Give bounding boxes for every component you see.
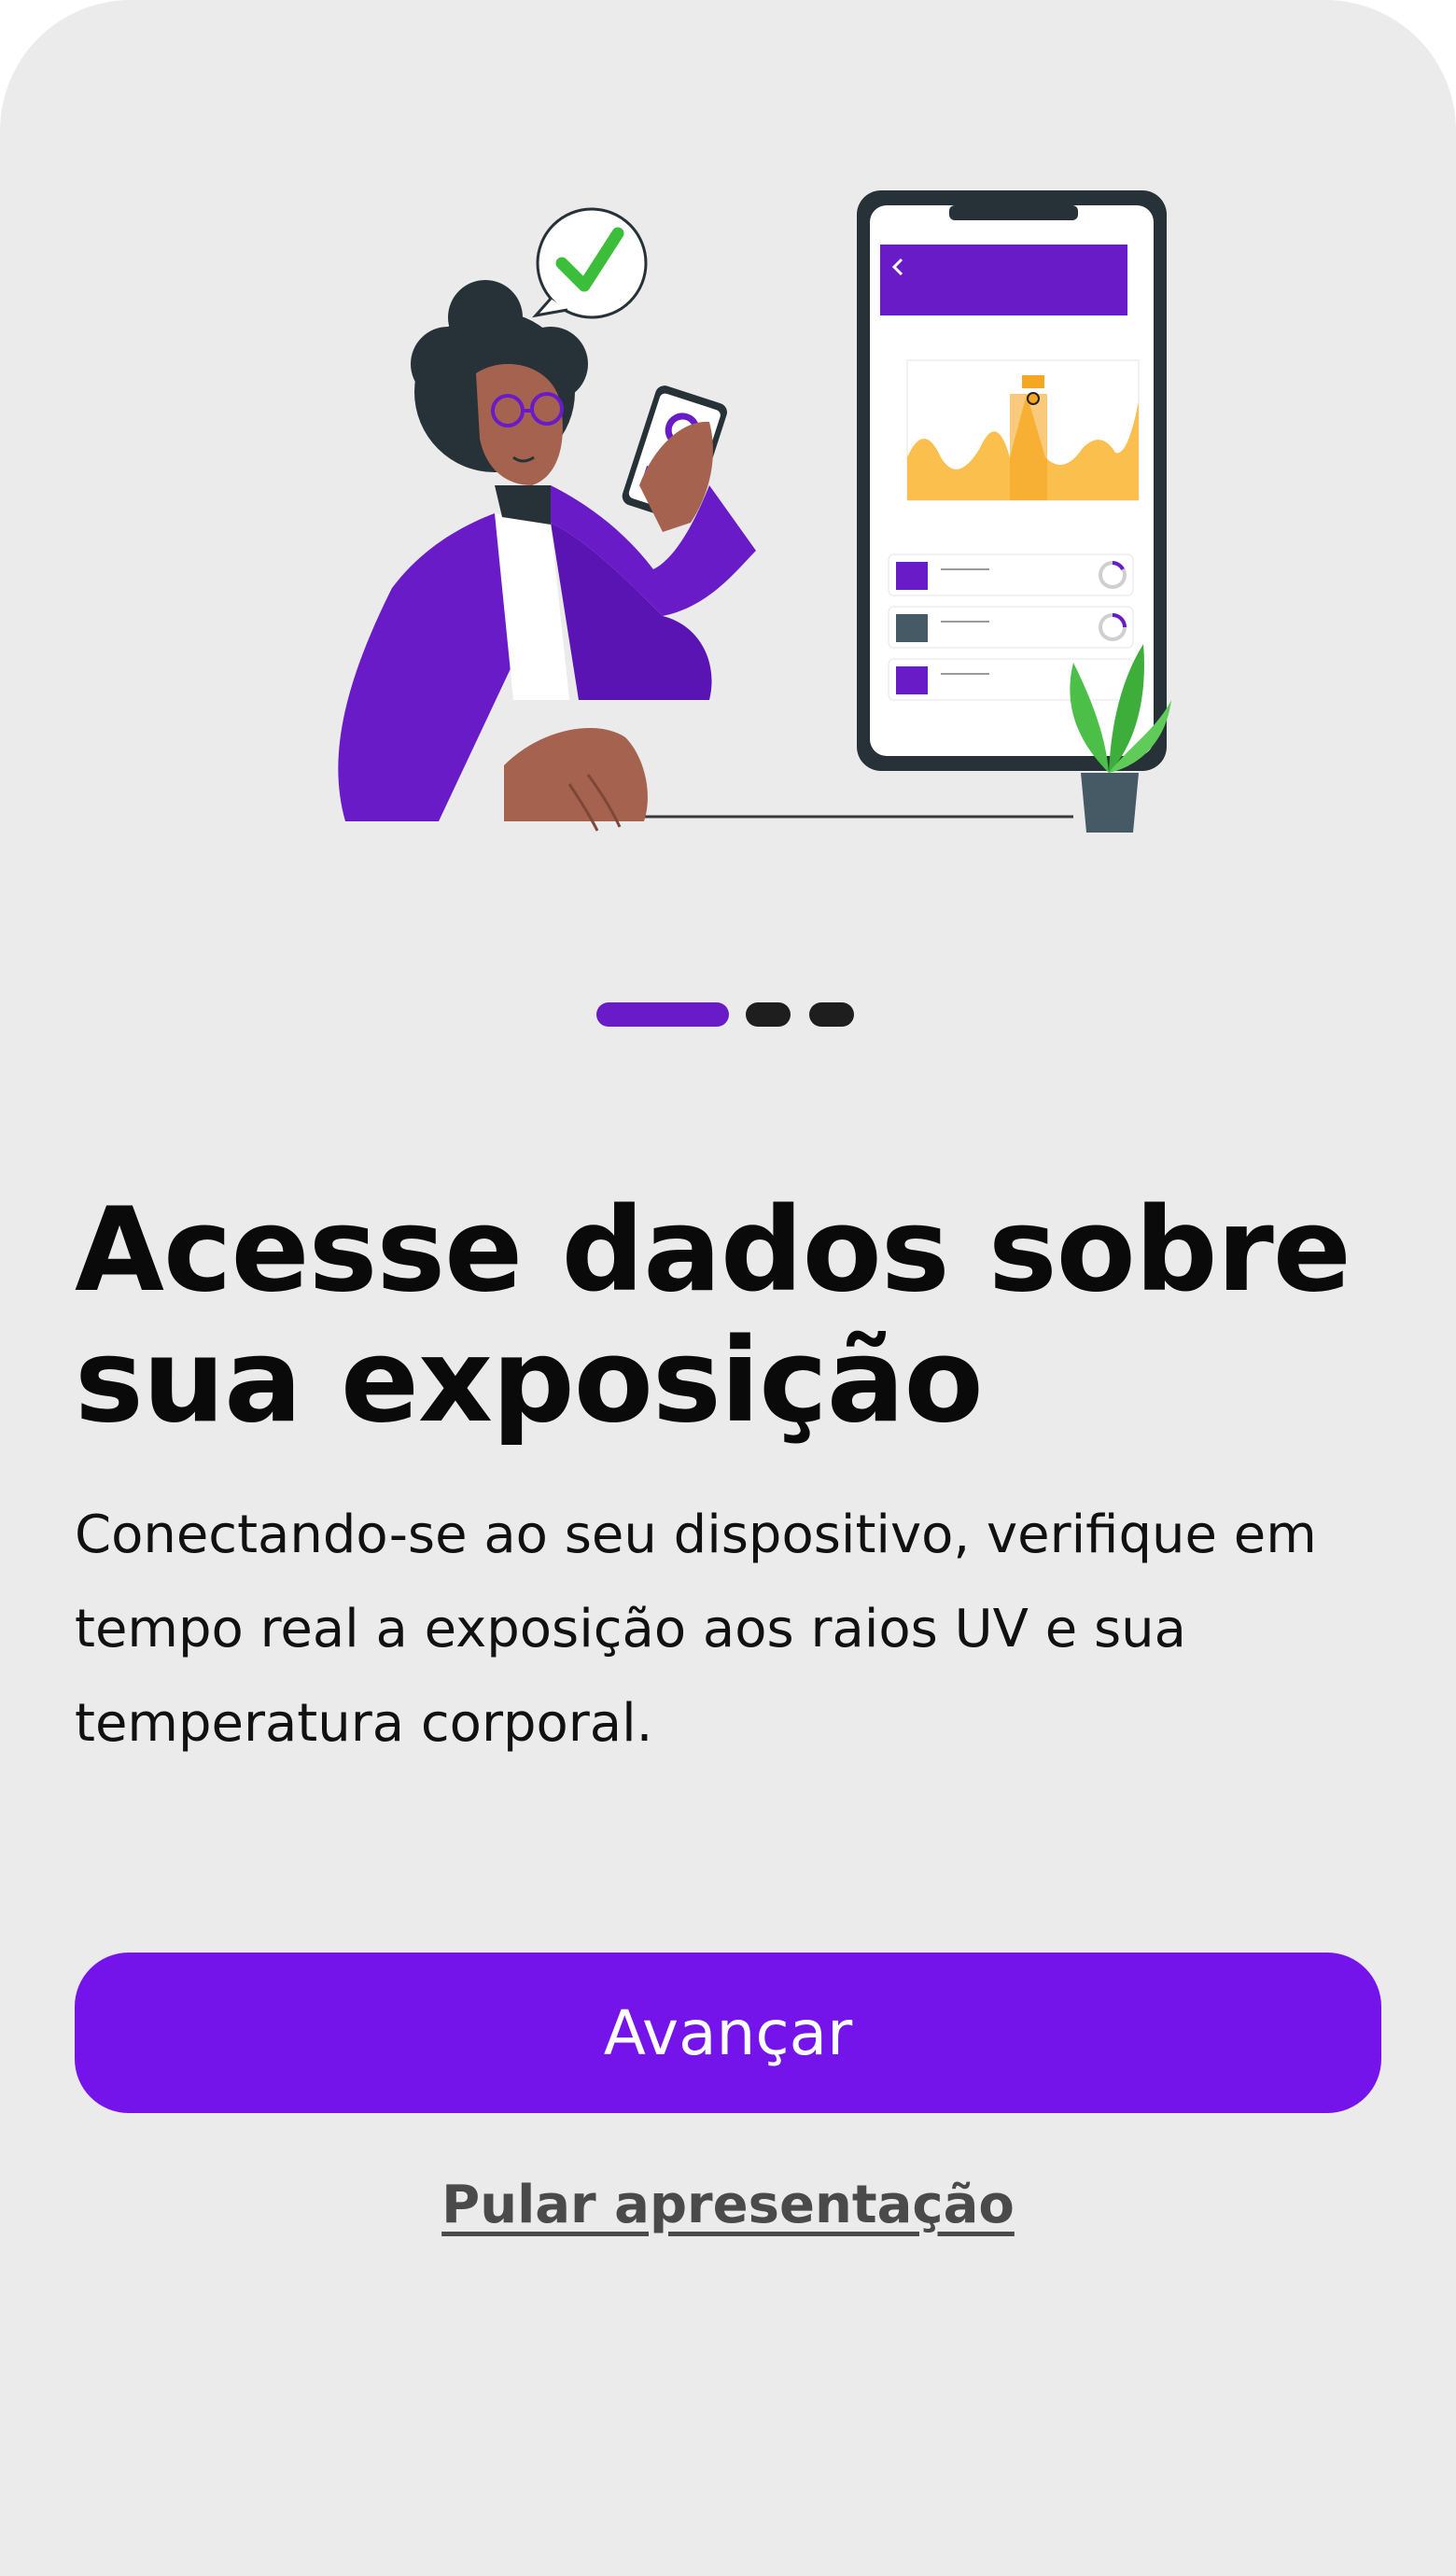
person-figure xyxy=(338,280,756,832)
page-description: Conectando-se ao seu dispositivo, verifi… xyxy=(75,1505,1317,1754)
next-button[interactable]: Avançar xyxy=(75,1953,1381,2113)
page-dot[interactable] xyxy=(809,1002,854,1027)
skip-intro-link[interactable]: Pular apresentação xyxy=(0,2175,1456,2235)
checkmark-icon xyxy=(532,207,648,319)
large-phone-mockup xyxy=(857,190,1167,771)
onboarding-screen: Acesse dados sobre sua exposição Conecta… xyxy=(0,0,1456,2576)
page-dot[interactable] xyxy=(746,1002,791,1027)
page-dot-active[interactable] xyxy=(596,1002,729,1027)
onboarding-illustration xyxy=(338,190,1171,833)
page-title: Acesse dados sobre sua exposição xyxy=(75,1183,1351,1449)
